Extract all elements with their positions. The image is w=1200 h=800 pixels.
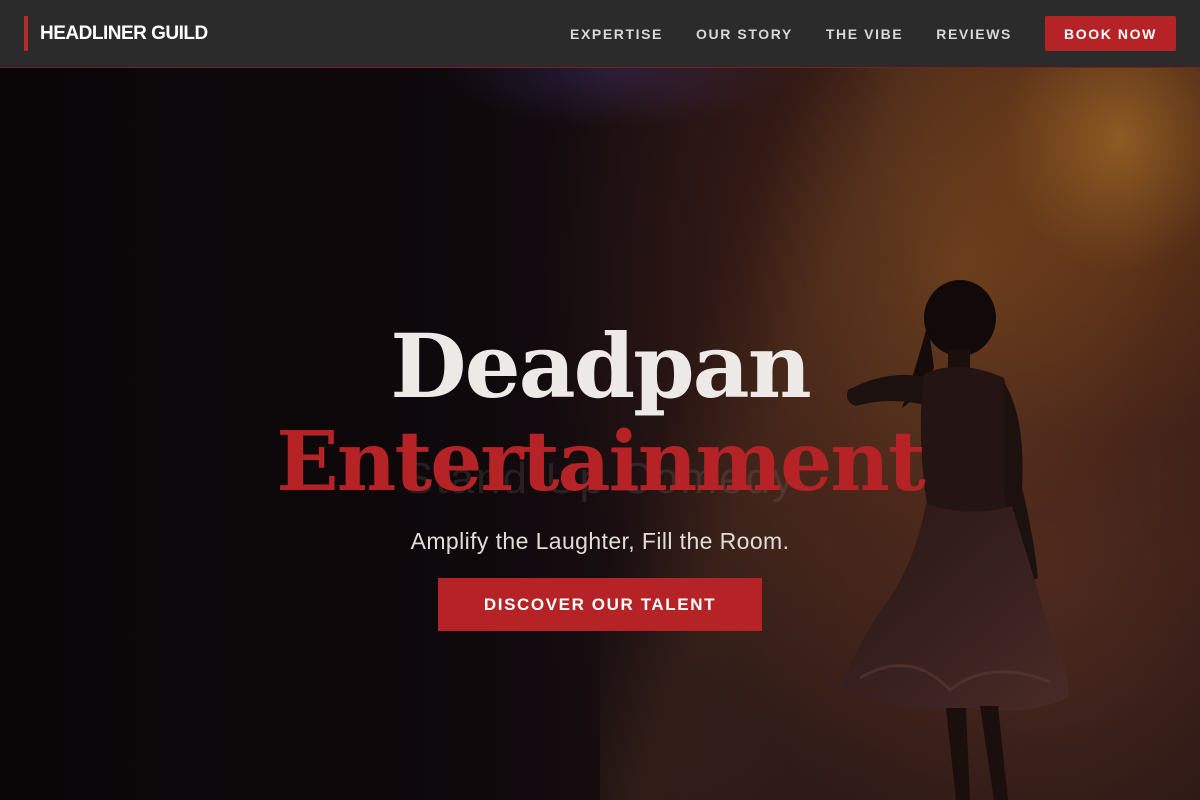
- brand-name[interactable]: HEADLINER GUILD: [40, 23, 208, 45]
- site-header: HEADLINER GUILD EXPERTISE OUR STORY THE …: [0, 0, 1200, 68]
- main-nav: EXPERTISE OUR STORY THE VIBE REVIEWS BOO…: [570, 16, 1176, 51]
- nav-link-reviews[interactable]: REVIEWS: [936, 26, 1012, 42]
- brand-accent-bar: [24, 16, 28, 51]
- hero-section: Stand-Up Comedy Deadpan Entertainment Am…: [0, 68, 1200, 800]
- discover-talent-button[interactable]: DISCOVER OUR TALENT: [438, 578, 762, 631]
- book-now-button[interactable]: BOOK NOW: [1045, 16, 1176, 51]
- landing-page: HEADLINER GUILD EXPERTISE OUR STORY THE …: [0, 0, 1200, 800]
- brand[interactable]: HEADLINER GUILD: [24, 16, 208, 51]
- nav-link-our-story[interactable]: OUR STORY: [696, 26, 793, 42]
- hero-title-line-1: Deadpan: [390, 314, 811, 418]
- hero-content: Stand-Up Comedy Deadpan Entertainment Am…: [0, 68, 1200, 800]
- hero-subtitle: Amplify the Laughter, Fill the Room.: [410, 528, 790, 554]
- hero-title-line-2: Entertainment: [276, 414, 926, 510]
- nav-link-expertise[interactable]: EXPERTISE: [570, 26, 663, 42]
- nav-link-the-vibe[interactable]: THE VIBE: [826, 26, 903, 42]
